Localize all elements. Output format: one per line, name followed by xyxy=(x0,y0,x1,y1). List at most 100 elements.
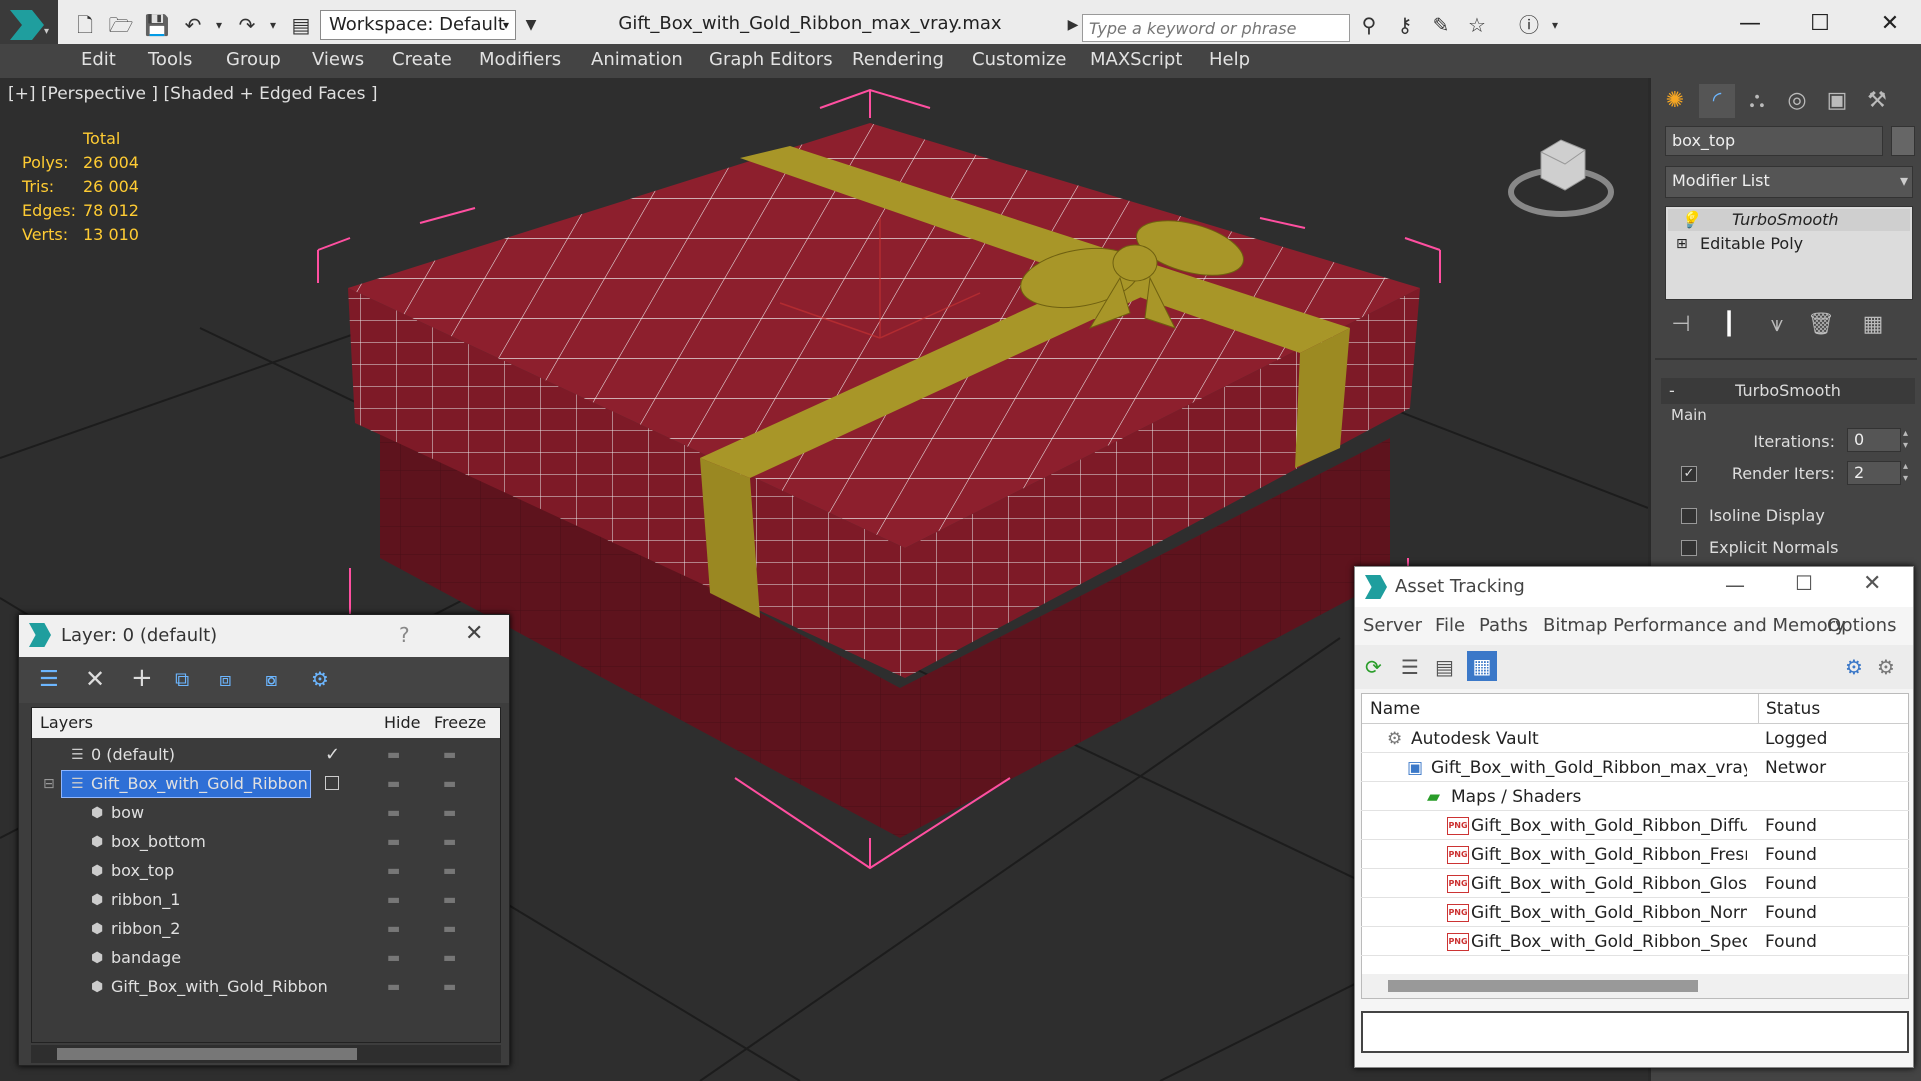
layer-row[interactable]: ⬢ box_bottom ▬ ▬ xyxy=(35,828,503,856)
menu-create[interactable]: Create xyxy=(392,49,452,70)
iterations-spinner-icon[interactable]: ▴ ▾ xyxy=(1903,428,1908,452)
scrollbar-thumb[interactable] xyxy=(57,1048,357,1060)
column-hide[interactable]: Hide xyxy=(384,708,420,738)
freeze-toggle[interactable]: ▬ xyxy=(443,973,456,1001)
freeze-toggle[interactable]: ▬ xyxy=(443,770,456,798)
object-color-swatch[interactable] xyxy=(1891,126,1915,156)
iterations-field[interactable]: 0 xyxy=(1847,428,1901,452)
utilities-tab-icon[interactable]: ⚒ xyxy=(1859,84,1895,118)
hide-toggle[interactable]: ▬ xyxy=(387,857,400,885)
freeze-toggle[interactable]: ▬ xyxy=(443,886,456,914)
menu-views[interactable]: Views xyxy=(312,49,364,70)
minimize-icon[interactable]: — xyxy=(1725,573,1745,597)
workspace-menu-icon[interactable]: ▼ xyxy=(518,12,544,38)
remove-modifier-icon[interactable]: 🗑 xyxy=(1803,308,1839,342)
layer-row[interactable]: ⬢ box_top ▬ ▬ xyxy=(35,857,503,885)
menu-graph-editors[interactable]: Graph Editors xyxy=(709,49,833,70)
object-name-field[interactable]: box_top xyxy=(1665,126,1883,156)
hide-toggle[interactable]: ▬ xyxy=(387,944,400,972)
list-view-icon[interactable]: ☰ xyxy=(1401,655,1419,679)
help-question-button[interactable]: ? xyxy=(399,623,410,647)
make-current-checkbox[interactable] xyxy=(325,776,339,790)
menu-rendering[interactable]: Rendering xyxy=(852,49,944,70)
asset-path-field[interactable] xyxy=(1361,1011,1909,1053)
freeze-toggle[interactable]: ▬ xyxy=(443,915,456,943)
pin-stack-icon[interactable]: ⊣ xyxy=(1663,308,1699,342)
vault-help-icon[interactable]: ⚙ xyxy=(1845,655,1863,679)
viewport-label[interactable]: [+] [Perspective ] [Shaded + Edged Faces… xyxy=(8,84,377,104)
menu-edit[interactable]: Edit xyxy=(81,49,116,70)
asset-menu-paths[interactable]: Paths xyxy=(1479,615,1528,636)
create-tab-icon[interactable]: ✺ xyxy=(1657,84,1693,118)
hide-toggle[interactable]: ▬ xyxy=(387,973,400,1001)
isoline-display-checkbox[interactable] xyxy=(1681,508,1697,524)
menu-tools[interactable]: Tools xyxy=(148,49,192,70)
layers-icon[interactable]: ☰ xyxy=(39,667,59,692)
menu-customize[interactable]: Customize xyxy=(972,49,1066,70)
hide-toggle[interactable]: ▬ xyxy=(387,741,400,769)
asset-menu-file[interactable]: File xyxy=(1435,615,1465,636)
collapse-minus-icon[interactable]: ⊟ xyxy=(43,770,55,798)
asset-row[interactable]: PNGGift_Box_with_Gold_Ribbon_Normal.png F… xyxy=(1361,899,1909,927)
horizontal-scrollbar[interactable] xyxy=(31,1045,501,1063)
stack-item-turbosmooth[interactable]: 💡 TurboSmooth xyxy=(1668,209,1910,231)
asset-menu-options[interactable]: Options xyxy=(1827,615,1896,636)
refresh-icon[interactable]: ⟳ xyxy=(1365,655,1382,679)
add-plus-icon[interactable]: + xyxy=(131,663,153,693)
freeze-toggle[interactable]: ▬ xyxy=(443,857,456,885)
hide-all-layers-icon[interactable]: ⚙ xyxy=(311,667,329,691)
asset-menu-bitmap-performance[interactable]: Bitmap Performance and Memory xyxy=(1543,615,1846,636)
column-layers[interactable]: Layers xyxy=(40,708,93,738)
expand-plus-icon[interactable]: ⊞ xyxy=(1676,233,1688,255)
asset-row[interactable]: PNGGift_Box_with_Gold_Ribbon_Diffuse.png… xyxy=(1361,812,1909,840)
asset-row[interactable]: ▰ Maps / Shaders xyxy=(1361,783,1909,811)
table-view-icon[interactable]: ▦ xyxy=(1467,651,1497,681)
configure-sets-icon[interactable]: ▦ xyxy=(1855,308,1891,342)
hide-toggle[interactable]: ▬ xyxy=(387,770,400,798)
scrollbar-thumb[interactable] xyxy=(1388,980,1698,992)
search-input[interactable] xyxy=(1082,14,1350,42)
freeze-toggle[interactable]: ▬ xyxy=(443,799,456,827)
redo-icon[interactable]: ↷ xyxy=(234,12,260,38)
modify-tab-icon[interactable]: ◜ xyxy=(1699,84,1735,118)
viewcube-icon[interactable] xyxy=(1505,126,1617,226)
layer-row[interactable]: ⬢ bandage ▬ ▬ xyxy=(35,944,503,972)
menu-group[interactable]: Group xyxy=(226,49,281,70)
help-dropdown-icon[interactable]: ▾ xyxy=(1542,12,1568,38)
render-iters-field[interactable]: 2 xyxy=(1847,461,1901,485)
redo-dropdown-icon[interactable]: ▾ xyxy=(260,12,286,38)
asset-dialog-titlebar[interactable]: Asset Tracking — ☐ ✕ xyxy=(1355,567,1913,607)
display-tab-icon[interactable]: ▣ xyxy=(1819,84,1855,118)
undo-icon[interactable]: ↶ xyxy=(180,12,206,38)
help-icon[interactable]: ⓘ xyxy=(1516,12,1542,38)
asset-horizontal-scrollbar[interactable] xyxy=(1362,974,1908,998)
hide-toggle[interactable]: ▬ xyxy=(387,799,400,827)
asset-row[interactable]: PNGGift_Box_with_Gold_Ribbon_Specular.pn… xyxy=(1361,928,1909,956)
hide-toggle[interactable]: ▬ xyxy=(387,886,400,914)
layer-row[interactable]: ⬢ ribbon_2 ▬ ▬ xyxy=(35,915,503,943)
freeze-toggle[interactable]: ▬ xyxy=(443,944,456,972)
vault-settings-icon[interactable]: ⚙ xyxy=(1877,655,1895,679)
highlight-layer-icon[interactable]: ⧇ xyxy=(265,667,278,691)
freeze-toggle[interactable]: ▬ xyxy=(443,828,456,856)
show-end-result-icon[interactable]: ┃ xyxy=(1711,308,1747,342)
layer-row[interactable]: ⬢ Gift_Box_with_Gold_Ribbon ▬ ▬ xyxy=(35,973,503,1001)
delete-x-icon[interactable]: ✕ xyxy=(85,665,105,693)
render-iters-spinner-icon[interactable]: ▴ ▾ xyxy=(1903,461,1908,485)
new-file-icon[interactable]: 🗋 xyxy=(72,12,98,38)
project-folder-icon[interactable]: ▤ xyxy=(288,12,314,38)
render-iters-checkbox[interactable]: ✓ xyxy=(1681,466,1697,482)
menu-maxscript[interactable]: MAXScript xyxy=(1090,49,1182,70)
column-status[interactable]: Status xyxy=(1766,694,1820,724)
communication-icon[interactable]: ✎ xyxy=(1428,12,1454,38)
select-objects-icon[interactable]: ⧉ xyxy=(175,667,189,691)
asset-menu-server[interactable]: Server xyxy=(1363,615,1422,636)
app-logo-icon[interactable]: ▾ xyxy=(0,0,58,50)
close-icon[interactable]: ✕ xyxy=(1863,571,1881,596)
undo-dropdown-icon[interactable]: ▾ xyxy=(206,12,232,38)
turbosmooth-rollout-header[interactable]: - TurboSmooth xyxy=(1661,378,1915,404)
thumbnail-view-icon[interactable]: ▤ xyxy=(1435,655,1454,679)
minimize-icon[interactable]: — xyxy=(1730,6,1770,42)
make-unique-icon[interactable]: ⩛ xyxy=(1759,308,1795,342)
save-icon[interactable]: 💾 xyxy=(144,12,170,38)
